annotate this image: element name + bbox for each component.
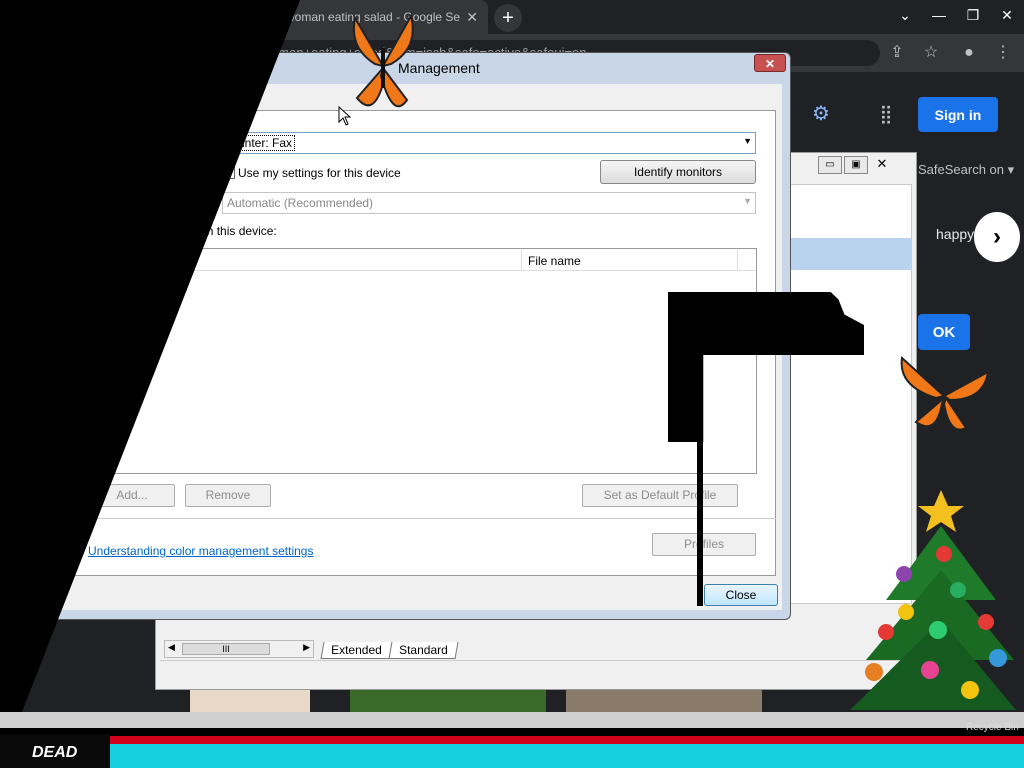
tab-standard[interactable]: Standard [388, 642, 458, 659]
close-button[interactable]: Close [704, 584, 778, 606]
chevron-right-icon[interactable]: › [974, 212, 1020, 262]
start-button[interactable]: DEAD [0, 734, 110, 768]
scrollbar-thumb[interactable]: III [182, 643, 270, 655]
settings-gear-icon[interactable]: ⚙ [812, 102, 848, 126]
dialog-close-button[interactable]: ✕ [754, 54, 786, 72]
profiles-button[interactable]: Profiles [652, 533, 756, 556]
related-chip[interactable]: happy [936, 226, 974, 242]
tab-search-icon[interactable]: ⌄ [888, 0, 922, 30]
browser-tab-1[interactable]: G http://google.co.ck/search?q=he ✕ [8, 0, 248, 34]
share-icon[interactable]: ⇪ [886, 42, 908, 64]
column-divider[interactable] [521, 250, 522, 270]
help-link[interactable]: Understanding color management settings [88, 544, 313, 558]
use-my-settings-label[interactable]: Use my settings for this device [238, 166, 401, 180]
tab-close-icon[interactable]: ✕ [226, 9, 238, 26]
associated-profiles-label: Profiles associated with this device: [88, 224, 277, 238]
explorer-window-controls: ▭ ▣ ✕ [818, 156, 894, 176]
dialog-tabs: Devices All Profiles Advanced [66, 90, 253, 113]
tab-title: http://google.co.ck/search?q=he [44, 10, 215, 24]
column-header-file-name[interactable]: File name [528, 254, 581, 268]
printer-icon [183, 129, 215, 153]
tab-extended[interactable]: Extended [320, 642, 393, 659]
set-default-profile-button[interactable]: Set as Default Profile [582, 484, 738, 507]
add-button[interactable]: Add... [89, 484, 175, 507]
monitor-icon [62, 60, 76, 74]
desktop-screen: G http://google.co.ck/search?q=he ✕ G wo… [0, 0, 1024, 768]
menu-icon[interactable]: ⋮ [992, 42, 1014, 64]
device-select[interactable]: Printer: Fax ▼ [222, 132, 756, 154]
list-header [89, 249, 756, 271]
column-header-name[interactable]: Name [96, 254, 128, 268]
minimize-icon[interactable]: — [922, 0, 956, 30]
profiles-list[interactable] [88, 248, 757, 474]
ok-button[interactable]: OK [918, 314, 970, 350]
profile-selection-value: Automatic (Recommended) [227, 196, 374, 210]
restore-icon[interactable]: ❐ [956, 0, 990, 30]
column-divider[interactable] [737, 250, 738, 270]
window-controls: ⌄ — ❐ ✕ [888, 0, 1024, 30]
profile-icon[interactable]: ● [958, 42, 980, 64]
explorer-status-bar [160, 660, 912, 684]
butterfly-icon [900, 355, 990, 431]
new-tab-button[interactable]: + [494, 4, 522, 32]
google-favicon-icon: G [18, 9, 34, 25]
google-apps-icon[interactable]: ⣿ [876, 104, 896, 124]
black-glitch-stem [697, 440, 703, 606]
dropdown-arrow-icon[interactable]: ▼ [743, 196, 752, 206]
google-favicon-icon: G [260, 9, 276, 25]
scroll-right-icon[interactable]: ▶ [303, 642, 310, 653]
dropdown-arrow-icon[interactable]: ▼ [743, 136, 752, 146]
maximize-icon[interactable]: ▣ [844, 156, 868, 174]
mouse-cursor-icon [338, 106, 352, 126]
bookmark-star-icon[interactable]: ☆ [920, 42, 942, 64]
christmas-tree-icon [850, 490, 1016, 710]
scroll-left-icon[interactable]: ◀ [168, 642, 175, 653]
recycle-bin-label[interactable]: Recycle Bin [966, 722, 1019, 733]
remove-button[interactable]: Remove [185, 484, 271, 507]
image-caption: Diet. dream [24, 590, 56, 618]
safesearch-toggle[interactable]: SafeSearch on ▾ [918, 162, 1014, 178]
minimize-icon[interactable]: ▭ [818, 156, 842, 174]
use-my-settings-checkbox[interactable] [222, 166, 235, 179]
device-select-value: Printer: Fax [227, 135, 296, 151]
selected-row-highlight [770, 238, 912, 270]
explorer-view-tabs: Extended Standard [320, 642, 458, 659]
butterfly-icon [353, 13, 414, 107]
close-icon[interactable]: ✕ [990, 0, 1024, 30]
back-icon[interactable]: ← [10, 42, 32, 64]
taskbar-cyan-stripe [0, 744, 1024, 768]
identify-monitors-button[interactable]: Identify monitors [600, 160, 756, 184]
safesearch-label: SafeSearch on [918, 162, 1005, 177]
profile-selection-label: Profile selection: [88, 196, 177, 210]
taskbar-red-stripe [0, 736, 1024, 744]
divider [70, 518, 776, 519]
close-icon[interactable]: ✕ [870, 156, 894, 174]
profile-selection-select[interactable]: Automatic (Recommended) ▼ [222, 192, 756, 214]
tab-close-icon[interactable]: ✕ [466, 9, 478, 26]
sign-in-button[interactable]: Sign in [918, 97, 998, 132]
device-label: Device: [88, 136, 129, 150]
